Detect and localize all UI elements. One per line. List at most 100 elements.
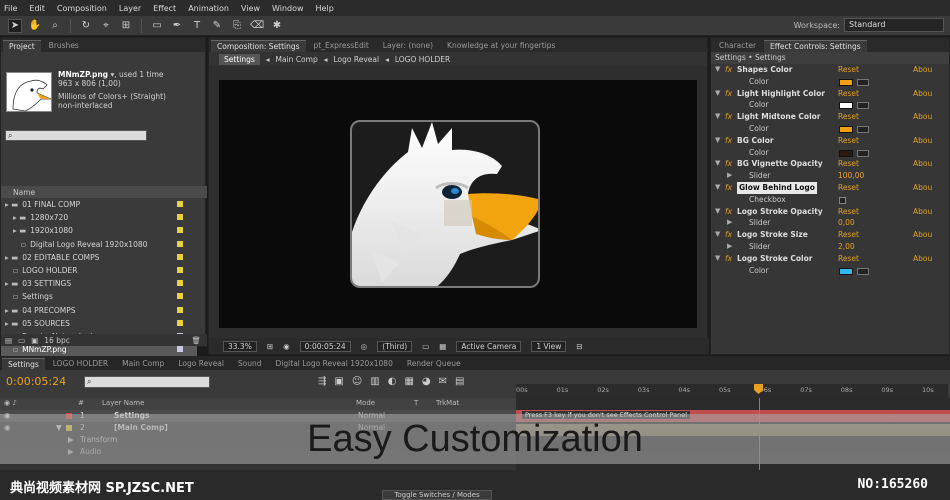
reset-link[interactable]: Reset: [838, 206, 859, 218]
expand-triangle-icon[interactable]: ▼: [715, 206, 720, 218]
fx-toggle-icon[interactable]: fx: [725, 64, 732, 76]
reset-link[interactable]: Reset: [838, 111, 859, 123]
expand-triangle-icon[interactable]: ▼: [715, 229, 720, 241]
color-swatch[interactable]: [839, 125, 853, 133]
breadcrumb-item[interactable]: Logo Reveal: [333, 55, 379, 64]
expand-triangle-icon[interactable]: ▼: [715, 135, 720, 147]
tab-timeline-3[interactable]: Logo Reveal: [172, 358, 230, 370]
breadcrumb-item[interactable]: Settings: [219, 53, 260, 65]
fx-toggle-icon[interactable]: fx: [725, 88, 732, 100]
slider-value[interactable]: 0,00: [838, 217, 855, 229]
reset-link[interactable]: Reset: [838, 182, 859, 194]
fx-toggle-icon[interactable]: fx: [725, 229, 732, 241]
hand-tool-icon[interactable]: ✋: [28, 19, 42, 33]
tab-timeline-4[interactable]: Sound: [232, 358, 268, 370]
rotate-tool-icon[interactable]: ↻: [79, 19, 93, 33]
eyedropper-icon[interactable]: [857, 102, 869, 110]
project-item[interactable]: ▸ ▬ 1920x1080: [1, 224, 197, 237]
slider-value[interactable]: 2,00: [838, 241, 855, 253]
menu-item-animation[interactable]: Animation: [188, 4, 229, 13]
comp-mini-flowchart-icon[interactable]: ⇶: [318, 376, 326, 387]
project-item[interactable]: ▸ ▬ 04 PRECOMPS: [1, 304, 197, 317]
menu-item-edit[interactable]: Edit: [29, 4, 45, 13]
workspace-dropdown[interactable]: Standard: [844, 18, 944, 32]
motion-blur-icon[interactable]: ◐: [388, 376, 397, 387]
puppet-tool-icon[interactable]: ✱: [270, 19, 284, 33]
about-link[interactable]: Abou: [913, 158, 932, 170]
expand-triangle-icon[interactable]: ▼: [715, 253, 720, 265]
tab-comp-2[interactable]: Layer: (none): [377, 40, 439, 52]
bit-depth[interactable]: 16 bpc: [44, 336, 70, 345]
brush-tool-icon[interactable]: ✎: [210, 19, 224, 33]
expand-triangle-icon[interactable]: ▶: [727, 170, 732, 182]
about-link[interactable]: Abou: [913, 135, 932, 147]
menu-item-layer[interactable]: Layer: [119, 4, 141, 13]
about-link[interactable]: Abou: [913, 182, 932, 194]
effect-row[interactable]: ▼ fx BG Color Reset Abou: [711, 135, 949, 147]
project-item[interactable]: ▫ Settings: [1, 290, 197, 303]
effect-row[interactable]: ▼ fx Logo Stroke Color Reset Abou: [711, 253, 949, 265]
slider-value[interactable]: 100,00: [838, 170, 864, 182]
project-item[interactable]: ▸ ▬ 01 FINAL COMP: [1, 198, 197, 211]
trash-icon[interactable]: 🗑: [191, 336, 201, 345]
fx-toggle-icon[interactable]: fx: [725, 158, 732, 170]
color-swatch[interactable]: [839, 267, 853, 275]
eyedropper-icon[interactable]: [857, 125, 869, 133]
expand-triangle-icon[interactable]: ▶: [727, 217, 732, 229]
menu-item-file[interactable]: File: [4, 4, 17, 13]
effect-row[interactable]: ▼ fx Logo Stroke Opacity Reset Abou: [711, 206, 949, 218]
project-search-input[interactable]: ⌕: [5, 130, 147, 141]
text-tool-icon[interactable]: T: [190, 19, 204, 33]
effect-row[interactable]: ▼ fx Shapes Color Reset Abou: [711, 64, 949, 76]
view-layout-select[interactable]: 1 View: [531, 340, 567, 352]
effect-row[interactable]: ▼ fx Light Midtone Color Reset Abou: [711, 111, 949, 123]
expand-triangle-icon[interactable]: ▼: [715, 182, 720, 194]
tab-comp-1[interactable]: pt_ExpressEdit: [308, 40, 375, 52]
about-link[interactable]: Abou: [913, 229, 932, 241]
transparency-icon[interactable]: ▦: [439, 342, 446, 351]
eyedropper-icon[interactable]: [857, 149, 869, 157]
menu-item-window[interactable]: Window: [272, 4, 304, 13]
effect-row[interactable]: ▼ fx Glow Behind Logo Reset Abou: [711, 181, 949, 194]
camera-select[interactable]: Active Camera: [456, 340, 522, 352]
eyedropper-icon[interactable]: [857, 267, 869, 275]
about-link[interactable]: Abou: [913, 88, 932, 100]
clone-stamp-tool-icon[interactable]: ⎘: [230, 19, 244, 33]
timeline-current-time[interactable]: 0:00:05:24: [6, 375, 66, 388]
about-link[interactable]: Abou: [913, 64, 932, 76]
tab-effect-controls[interactable]: Effect Controls: Settings: [764, 40, 867, 52]
camera-icon[interactable]: ◎: [361, 342, 368, 351]
fx-toggle-icon[interactable]: fx: [725, 206, 732, 218]
hide-shy-icon[interactable]: ☺: [352, 376, 362, 387]
project-item[interactable]: ▸ ▬ 1280x720: [1, 211, 197, 224]
tab-timeline-2[interactable]: Main Comp: [116, 358, 170, 370]
tab-brushes[interactable]: Brushes: [43, 40, 85, 52]
brainstorm-icon[interactable]: ▦: [404, 376, 413, 387]
view-options-icon[interactable]: ⊟: [576, 342, 582, 351]
tab-comp-0[interactable]: Composition: Settings: [211, 40, 306, 52]
reset-link[interactable]: Reset: [838, 135, 859, 147]
project-item[interactable]: ▸ ▬ 03 SETTINGS: [1, 277, 197, 290]
reset-link[interactable]: Reset: [838, 229, 859, 241]
reset-link[interactable]: Reset: [838, 158, 859, 170]
column-layer-name[interactable]: Layer Name: [102, 399, 144, 407]
grid-icon[interactable]: ⊞: [267, 342, 273, 351]
fx-toggle-icon[interactable]: fx: [725, 135, 732, 147]
color-swatch[interactable]: [839, 102, 853, 110]
checkbox[interactable]: [839, 196, 846, 204]
effect-row[interactable]: ▼ fx BG Vignette Opacity Reset Abou: [711, 158, 949, 170]
auto-keyframe-icon[interactable]: ◕: [422, 376, 431, 387]
region-icon[interactable]: ▭: [422, 342, 429, 351]
timeline-search-input[interactable]: ⌕: [84, 376, 210, 388]
menu-item-help[interactable]: Help: [316, 4, 334, 13]
zoom-level[interactable]: 33.3%: [223, 340, 257, 352]
tab-timeline-5[interactable]: Digital Logo Reveal 1920x1080: [270, 358, 399, 370]
draft-3d-icon[interactable]: ▣: [334, 376, 343, 387]
menu-item-composition[interactable]: Composition: [57, 4, 107, 13]
tab-timeline-0[interactable]: Settings: [2, 358, 45, 370]
menu-item-view[interactable]: View: [241, 4, 260, 13]
current-time[interactable]: 0:00:05:24: [299, 340, 351, 352]
project-item[interactable]: ▫ LOGO HOLDER: [1, 264, 197, 277]
selection-tool-icon[interactable]: ➤: [8, 18, 22, 33]
tab-project[interactable]: Project: [3, 40, 41, 52]
